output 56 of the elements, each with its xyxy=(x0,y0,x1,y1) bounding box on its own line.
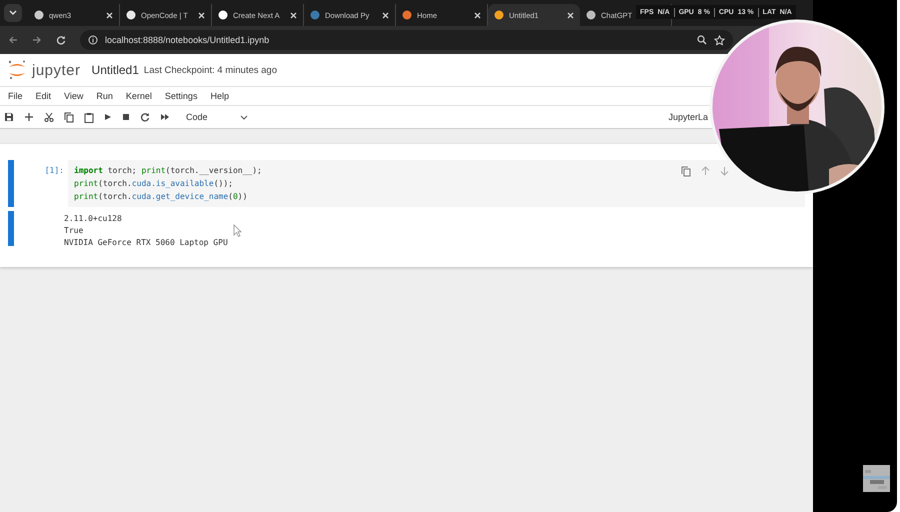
back-icon[interactable] xyxy=(8,35,18,45)
paste-icon[interactable] xyxy=(84,112,94,122)
tab-favicon-icon xyxy=(494,10,504,20)
forward-icon[interactable] xyxy=(32,35,42,45)
menu-item[interactable]: File xyxy=(8,91,23,101)
add-icon[interactable] xyxy=(24,112,34,122)
menu-item[interactable]: Kernel xyxy=(126,91,152,101)
output-line: 2.11.0+cu128 xyxy=(64,213,123,225)
caret-icon xyxy=(240,114,248,120)
cut-icon[interactable] xyxy=(44,112,54,122)
execution-count: [1]: xyxy=(44,165,65,177)
menu-item[interactable]: Edit xyxy=(36,91,52,101)
duplicate-icon[interactable] xyxy=(681,166,691,177)
tab-list-button[interactable] xyxy=(4,4,22,22)
address-field[interactable]: localhost:8888/notebooks/Untitled1.ipynb xyxy=(80,30,733,50)
close-icon[interactable] xyxy=(198,12,205,18)
stop-icon[interactable] xyxy=(122,113,130,121)
close-icon[interactable] xyxy=(290,12,297,18)
notebook-title[interactable]: Untitled1 xyxy=(92,63,139,77)
cell-collapser[interactable] xyxy=(8,160,14,207)
zoom-icon[interactable] xyxy=(697,35,707,45)
tab-favicon-icon xyxy=(126,10,136,20)
jupyterlab-link[interactable]: JupyterLa xyxy=(668,112,708,122)
tab-favicon-icon xyxy=(402,10,412,20)
restart-icon[interactable] xyxy=(140,112,150,122)
close-icon[interactable] xyxy=(474,12,481,18)
tab-favicon-icon xyxy=(218,10,228,20)
checkpoint-text: Last Checkpoint: 4 minutes ago xyxy=(144,64,277,76)
cell-type-dropdown[interactable]: Code xyxy=(182,112,252,122)
mouse-cursor-icon xyxy=(233,224,242,237)
close-icon[interactable] xyxy=(567,12,574,18)
save-icon[interactable] xyxy=(4,112,14,122)
fast-forward-icon[interactable] xyxy=(160,113,170,121)
output-line: True xyxy=(64,225,84,237)
info-icon xyxy=(88,35,98,45)
logo-text: jupyter xyxy=(32,62,81,78)
close-icon[interactable] xyxy=(106,12,113,18)
code-editor[interactable]: import torch; print(torch.__version__); print(torch.cuda.is_available()); print(torch.cuda.get_device_name(0)) xyxy=(68,160,805,207)
tab-favicon-icon xyxy=(310,10,320,20)
close-icon[interactable] xyxy=(382,12,389,18)
code-line: import torch; print(torch.__version__); xyxy=(74,165,262,177)
menu-item[interactable]: Help xyxy=(210,91,229,101)
tab-favicon-icon xyxy=(34,10,44,20)
chevron-icon xyxy=(9,10,17,16)
menu-item[interactable]: Run xyxy=(96,91,113,101)
tab-favicon-icon xyxy=(586,10,596,20)
code-line: print(torch.cuda.is_available()); xyxy=(74,178,234,190)
code-line: print(torch.cuda.get_device_name(0)) xyxy=(74,191,248,203)
menu-item[interactable]: Settings xyxy=(164,91,198,101)
menu-item[interactable]: View xyxy=(64,91,84,101)
jupyter-logo-icon xyxy=(7,59,27,81)
run-icon[interactable] xyxy=(104,113,112,121)
reload-icon[interactable] xyxy=(56,35,66,45)
output-line: NVIDIA GeForce RTX 5060 Laptop GPU xyxy=(64,237,228,249)
bookmark-star-icon[interactable] xyxy=(714,34,725,46)
copy-icon[interactable] xyxy=(64,112,74,122)
